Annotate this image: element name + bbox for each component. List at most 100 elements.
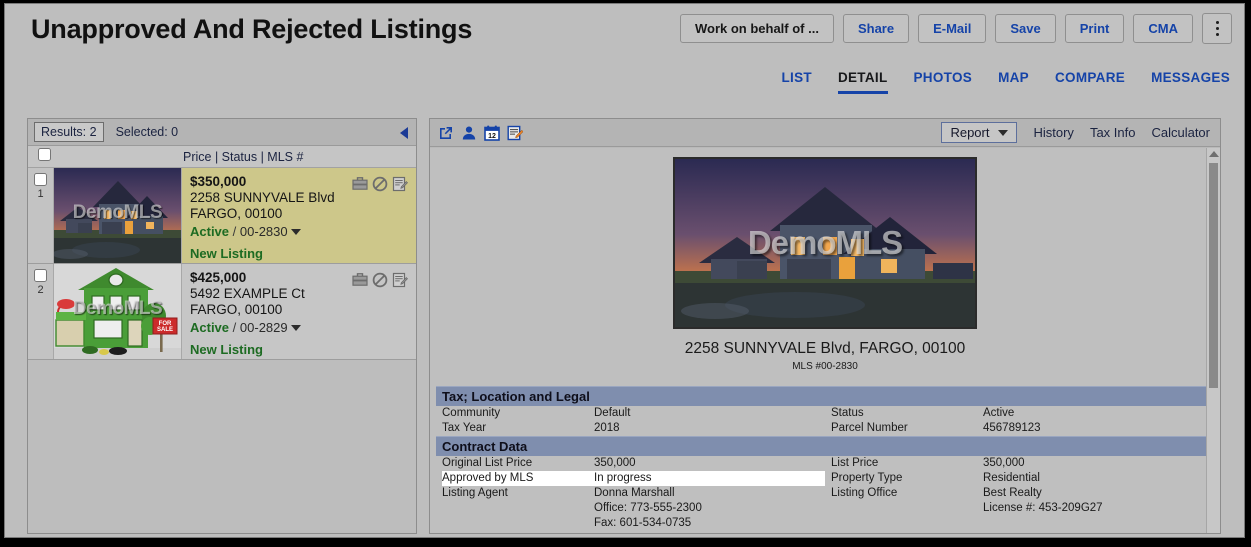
green-house-illustration-art: FORSALE xyxy=(54,264,181,359)
listing-status-line: Active / 00-2830 xyxy=(190,224,408,241)
prohibited-icon[interactable] xyxy=(372,272,388,288)
detail-field-left: Community Default xyxy=(436,406,825,421)
save-button[interactable]: Save xyxy=(995,14,1056,43)
listing-address: 5492 EXAMPLE Ct xyxy=(190,285,305,301)
detail-link-tax-info[interactable]: Tax Info xyxy=(1090,125,1136,140)
email-button[interactable]: E-Mail xyxy=(918,14,987,43)
listing-city-zip: FARGO, 00100 xyxy=(190,205,283,221)
detail-field-left: Original List Price 350,000 xyxy=(436,456,825,471)
tab-photos[interactable]: PHOTOS xyxy=(914,70,973,94)
listing-row-selector: 1 xyxy=(28,168,54,263)
select-all-cell xyxy=(28,147,183,166)
calendar-icon[interactable]: 12 xyxy=(484,125,500,141)
detail-field-label: Tax Year xyxy=(442,422,487,434)
photo-watermark: DemoMLS xyxy=(747,224,903,261)
detail-field-left: Approved by MLS In progress xyxy=(436,471,825,486)
kebab-menu-icon[interactable] xyxy=(1202,13,1232,44)
header: Unapproved And Rejected Listings Work on… xyxy=(5,4,1244,62)
tab-messages[interactable]: MESSAGES xyxy=(1151,70,1230,94)
listing-info: $425,000 5492 EXAMPLE Ct FARGO, 00100 Activ… xyxy=(182,264,416,359)
detail-field-left: Listing Agent Donna Marshall Office: 773-5… xyxy=(436,486,825,531)
detail-field-label: Original List Price xyxy=(442,457,533,469)
select-all-checkbox[interactable] xyxy=(38,147,51,161)
detail-field-value: 350,000 xyxy=(594,457,636,469)
listing-info: $350,000 2258 SUNNYVALE Blvd FARGO, 00100 A… xyxy=(182,168,416,263)
detail-row: Community Default Status Active xyxy=(436,406,1214,421)
detail-field-value: Active xyxy=(983,407,1015,419)
scrollbar-thumb[interactable] xyxy=(1209,163,1218,388)
detail-row: Approved by MLS In progress Property Type R… xyxy=(436,471,1214,486)
external-link-icon[interactable] xyxy=(438,125,454,141)
edit-document-icon[interactable] xyxy=(392,176,408,192)
listing-row-number: 1 xyxy=(37,188,44,200)
report-area: DemoMLS 2258 SUNNYVALE Blvd, FARGO, 0010… xyxy=(430,148,1220,533)
selected-count-label: Selected: 0 xyxy=(115,125,179,139)
listing-thumbnail[interactable]: DemoMLS xyxy=(54,168,182,263)
detail-toolbar: 12 Report History Tax Info Calculator xyxy=(430,119,1220,147)
detail-field-right: Listing Office Best Realty License #: 453-… xyxy=(825,486,1214,531)
listing-city-zip: FARGO, 00100 xyxy=(190,301,283,317)
listing-flag: New Listing xyxy=(190,245,263,261)
detail-field-right: Property Type Residential xyxy=(825,471,1214,486)
listing-row-number: 2 xyxy=(37,284,44,296)
detail-field-value: 456789123 xyxy=(983,422,1041,434)
page-title: Unapproved And Rejected Listings xyxy=(31,14,473,44)
main-tab-bar: LIST DETAIL PHOTOS MAP COMPARE MESSAGES xyxy=(782,70,1231,94)
listing-action-icons xyxy=(352,176,408,192)
chevron-down-icon xyxy=(998,129,1009,136)
detail-field-subvalue: Office: 773-555-2300 xyxy=(594,502,702,514)
top-action-bar: Work on behalf of ... Share E-Mail Save Prin… xyxy=(679,13,1232,44)
briefcase-icon[interactable] xyxy=(352,176,368,192)
listing-checkbox[interactable] xyxy=(34,269,47,282)
listing-mls-number: 00-2829 xyxy=(239,319,288,335)
detail-field-value: Donna Marshall Office: 773-555-2300 Fax: 6… xyxy=(594,486,825,531)
briefcase-icon[interactable] xyxy=(352,272,368,288)
listing-row-selector: 2 xyxy=(28,264,54,359)
chevron-down-icon[interactable] xyxy=(290,229,301,236)
cma-button[interactable]: CMA xyxy=(1133,14,1193,43)
application-window: Unapproved And Rejected Listings Work on… xyxy=(4,3,1245,538)
listing-checkbox[interactable] xyxy=(34,173,47,186)
property-address: 2258 SUNNYVALE Blvd, FARGO, 00100 xyxy=(684,340,966,357)
results-panel: Results: 2 Selected: 0 Price | Status | … xyxy=(27,118,417,534)
edit-document-icon[interactable] xyxy=(392,272,408,288)
prohibited-icon[interactable] xyxy=(372,176,388,192)
listing-row[interactable]: 2 FOR SALE DemoMLS $425,000 5492 EXAMPLE Ct FA… xyxy=(28,264,416,360)
dusk-house-photo-art xyxy=(54,168,181,263)
detail-field-subvalue: License #: 453-209G27 xyxy=(983,502,1103,514)
column-header-labels[interactable]: Price | Status | MLS # xyxy=(183,150,303,164)
caret-left-icon[interactable] xyxy=(400,127,408,139)
detail-field-subvalue: Fax: 601-534-0735 xyxy=(594,517,692,529)
detail-row: Tax Year 2018 Parcel Number 456789123 xyxy=(436,421,1214,436)
chevron-down-icon[interactable] xyxy=(290,325,301,332)
person-icon[interactable] xyxy=(461,125,477,141)
listing-list: 1 DemoMLS $350,000 2258 SUNNYVALE Blvd FARGO… xyxy=(28,168,416,360)
listing-status: Active xyxy=(190,319,230,335)
detail-link-history[interactable]: History xyxy=(1033,125,1073,140)
detail-field-label: List Price xyxy=(831,457,879,469)
results-column-header: Price | Status | MLS # xyxy=(28,146,416,168)
tab-map[interactable]: MAP xyxy=(998,70,1029,94)
print-button[interactable]: Print xyxy=(1064,14,1125,43)
detail-field-table: Tax; Location and Legal Community Default S… xyxy=(436,386,1214,531)
detail-scrollbar[interactable] xyxy=(1206,148,1220,533)
detail-row: Listing Agent Donna Marshall Office: 773-5… xyxy=(436,486,1214,531)
caret-up-icon[interactable] xyxy=(1208,151,1219,157)
detail-field-value: 350,000 xyxy=(983,457,1025,469)
edit-note-icon[interactable] xyxy=(507,125,524,141)
detail-section-header: Tax; Location and Legal xyxy=(436,386,1214,406)
listing-status-line: Active / 00-2829 xyxy=(190,320,408,337)
property-photo[interactable]: DemoMLS xyxy=(673,157,977,329)
share-button[interactable]: Share xyxy=(842,14,910,43)
results-count-chip[interactable]: Results: 2 xyxy=(34,122,104,142)
tab-compare[interactable]: COMPARE xyxy=(1055,70,1125,94)
detail-field-label: Property Type xyxy=(831,472,903,484)
tab-detail[interactable]: DETAIL xyxy=(837,70,888,94)
listing-row[interactable]: 1 DemoMLS $350,000 2258 SUNNYVALE Blvd FARGO… xyxy=(28,168,416,264)
tab-list[interactable]: LIST xyxy=(782,70,812,94)
listing-thumbnail[interactable]: FOR SALE DemoMLS xyxy=(54,264,182,359)
detail-link-calculator[interactable]: Calculator xyxy=(1151,125,1210,140)
work-on-behalf-of-button[interactable]: Work on behalf of ... xyxy=(679,14,834,43)
body: Results: 2 Selected: 0 Price | Status | … xyxy=(5,112,1244,537)
report-dropdown-button[interactable]: Report xyxy=(941,122,1018,143)
